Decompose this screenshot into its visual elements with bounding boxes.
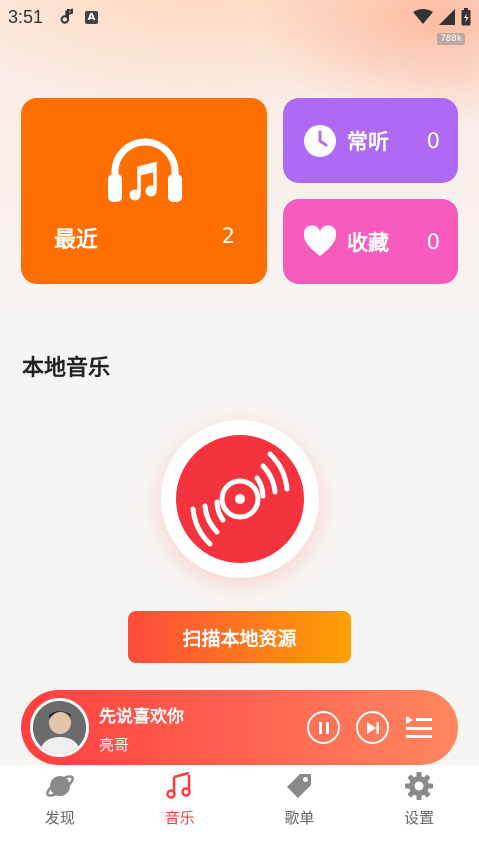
often-label: 常听 (347, 129, 389, 154)
tab-label: 音乐 (164, 809, 195, 827)
tab-settings[interactable]: 设置 (359, 765, 479, 851)
tab-playlists[interactable]: 歌单 (240, 765, 360, 851)
app-notification-icon: A (85, 10, 99, 24)
music-notification-icon (59, 8, 75, 26)
recent-label: 最近 (54, 228, 99, 253)
bottom-tab-bar: 发现 音乐 歌单 设置 (0, 765, 479, 851)
often-played-card[interactable]: 常听 0 (283, 98, 458, 183)
planet-icon (46, 775, 74, 797)
pause-button[interactable] (307, 711, 340, 744)
playlist-icon[interactable] (405, 714, 433, 740)
tab-discover[interactable]: 发现 (0, 765, 120, 851)
tab-label: 歌单 (284, 809, 315, 827)
tab-label: 设置 (404, 809, 435, 827)
signal-icon (439, 9, 455, 25)
vinyl-disc[interactable] (161, 420, 319, 578)
status-time: 3:51 (8, 6, 44, 27)
favorites-card[interactable]: 收藏 0 (283, 199, 458, 284)
network-speed: 788k (437, 33, 465, 45)
headphones-icon (108, 138, 182, 202)
artist-name: 亮哥 (99, 736, 130, 754)
tab-music[interactable]: 音乐 (120, 765, 240, 851)
often-count: 0 (426, 128, 440, 153)
vinyl-record-icon (176, 435, 304, 563)
pause-icon (318, 721, 329, 734)
next-track-button[interactable] (356, 711, 389, 744)
album-cover[interactable] (30, 698, 89, 757)
favorites-label: 收藏 (347, 230, 389, 255)
clock-icon (304, 124, 336, 157)
battery-icon (461, 8, 471, 26)
song-title: 先说喜欢你 (99, 707, 184, 727)
recent-count: 2 (221, 224, 235, 248)
local-music-title: 本地音乐 (22, 356, 111, 381)
status-bar: 3:51 A (0, 0, 479, 34)
gear-icon (405, 772, 434, 800)
favorites-count: 0 (426, 229, 440, 254)
tag-icon (287, 774, 312, 798)
mini-player[interactable]: 先说喜欢你 亮哥 (21, 690, 458, 765)
skip-next-icon (366, 721, 379, 734)
music-note-icon (165, 771, 191, 799)
wifi-icon (413, 9, 433, 24)
heart-icon (303, 224, 337, 256)
scan-local-button[interactable]: 扫描本地资源 (128, 611, 351, 663)
recent-card[interactable]: 最近 2 (21, 98, 267, 284)
tab-label: 发现 (44, 809, 75, 827)
